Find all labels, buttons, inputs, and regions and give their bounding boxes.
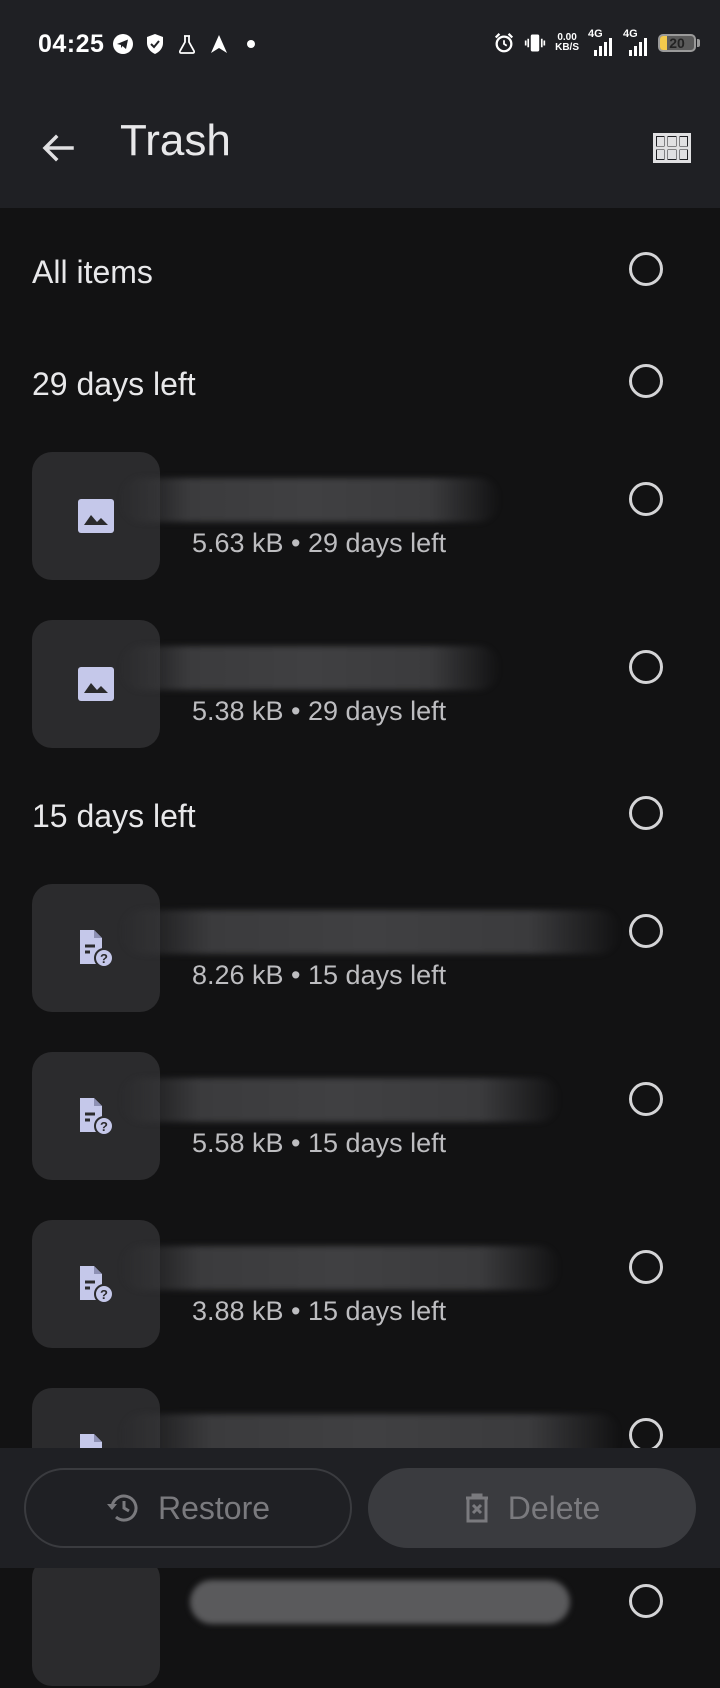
telegram-icon xyxy=(112,33,134,55)
navigation-arrow-icon xyxy=(208,33,230,55)
file-meta: 3.88 kB • 15 days left xyxy=(192,1296,447,1326)
unknown-file-icon: ? xyxy=(80,1098,114,1136)
file-row[interactable]: ? 8.26 kB • 15 days left xyxy=(0,884,720,1014)
delete-forever-icon xyxy=(465,1493,488,1523)
speed-unit: KB/S xyxy=(555,42,579,53)
app-bar: Trash xyxy=(0,92,720,208)
status-time: 04:25 xyxy=(38,30,105,58)
shield-icon xyxy=(144,33,166,55)
system-icons: 0.00 KB/S 4G 4G 20 xyxy=(493,28,700,56)
delete-label: Delete xyxy=(507,1489,601,1526)
file-name-redacted xyxy=(120,1246,560,1290)
status-bar: 04:25 0.00 KB/S 4G 4G 20 xyxy=(0,0,720,92)
unknown-file-icon: ? xyxy=(80,1266,114,1304)
section-label: 15 days left xyxy=(32,798,196,834)
battery-level: 20 xyxy=(669,35,685,51)
file-row[interactable]: ? 3.88 kB • 15 days left xyxy=(0,1220,720,1350)
file-name-redacted xyxy=(120,1078,560,1122)
file-thumbnail xyxy=(32,1558,160,1686)
svg-text:?: ? xyxy=(100,951,108,966)
file-name-redacted xyxy=(120,646,500,690)
unknown-file-icon: ? xyxy=(80,930,114,968)
grid-view-icon xyxy=(653,133,691,163)
file-name-redacted xyxy=(120,910,620,954)
battery-icon: 20 xyxy=(658,34,696,52)
file-meta: 8.26 kB • 15 days left xyxy=(192,960,447,990)
file-name-redacted xyxy=(190,1580,570,1624)
section-all-items[interactable]: All items xyxy=(0,232,720,312)
section-29-days[interactable]: 29 days left xyxy=(0,344,720,424)
select-radio[interactable] xyxy=(629,1250,663,1284)
file-row[interactable]: 5.38 kB • 29 days left xyxy=(0,620,720,750)
select-radio[interactable] xyxy=(629,650,663,684)
section-label: All items xyxy=(32,254,153,290)
select-radio[interactable] xyxy=(629,482,663,516)
restore-label: Restore xyxy=(157,1489,271,1526)
select-radio[interactable] xyxy=(629,914,663,948)
select-radio[interactable] xyxy=(629,252,663,286)
signal-1: 4G xyxy=(588,28,614,56)
arrow-back-icon xyxy=(42,134,74,162)
delete-button[interactable]: Delete xyxy=(368,1468,696,1548)
page-title: Trash xyxy=(120,116,231,165)
dot-icon xyxy=(240,33,262,55)
grid-view-button[interactable] xyxy=(646,122,698,174)
file-meta: 5.63 kB • 29 days left xyxy=(192,528,447,558)
file-row[interactable] xyxy=(0,1558,720,1688)
svg-text:?: ? xyxy=(100,1287,108,1302)
select-radio[interactable] xyxy=(629,796,663,830)
restore-history-icon xyxy=(106,1494,138,1522)
signal-bars-icon xyxy=(594,38,612,56)
select-radio[interactable] xyxy=(629,364,663,398)
select-radio[interactable] xyxy=(629,1584,663,1618)
select-radio[interactable] xyxy=(629,1418,663,1452)
back-button[interactable] xyxy=(30,120,86,176)
file-row[interactable]: ? 5.58 kB • 15 days left xyxy=(0,1052,720,1182)
flask-icon xyxy=(176,33,198,55)
file-meta: 5.38 kB • 29 days left xyxy=(192,696,447,726)
file-row[interactable]: 5.63 kB • 29 days left xyxy=(0,452,720,582)
notification-icons xyxy=(112,33,262,55)
restore-button[interactable]: Restore xyxy=(24,1468,352,1548)
vibrate-icon xyxy=(524,32,546,54)
file-meta: 5.58 kB • 15 days left xyxy=(192,1128,447,1158)
image-icon xyxy=(78,667,114,701)
select-radio[interactable] xyxy=(629,1082,663,1116)
section-15-days[interactable]: 15 days left xyxy=(0,776,720,856)
signal-bars-icon xyxy=(629,38,647,56)
file-name-redacted xyxy=(120,478,500,522)
alarm-icon xyxy=(493,32,515,54)
image-icon xyxy=(78,499,114,533)
svg-text:?: ? xyxy=(100,1119,108,1134)
signal-2: 4G xyxy=(623,28,649,56)
network-speed: 0.00 KB/S xyxy=(555,33,579,53)
bottom-action-bar: Restore Delete xyxy=(0,1448,720,1568)
section-label: 29 days left xyxy=(32,366,196,402)
